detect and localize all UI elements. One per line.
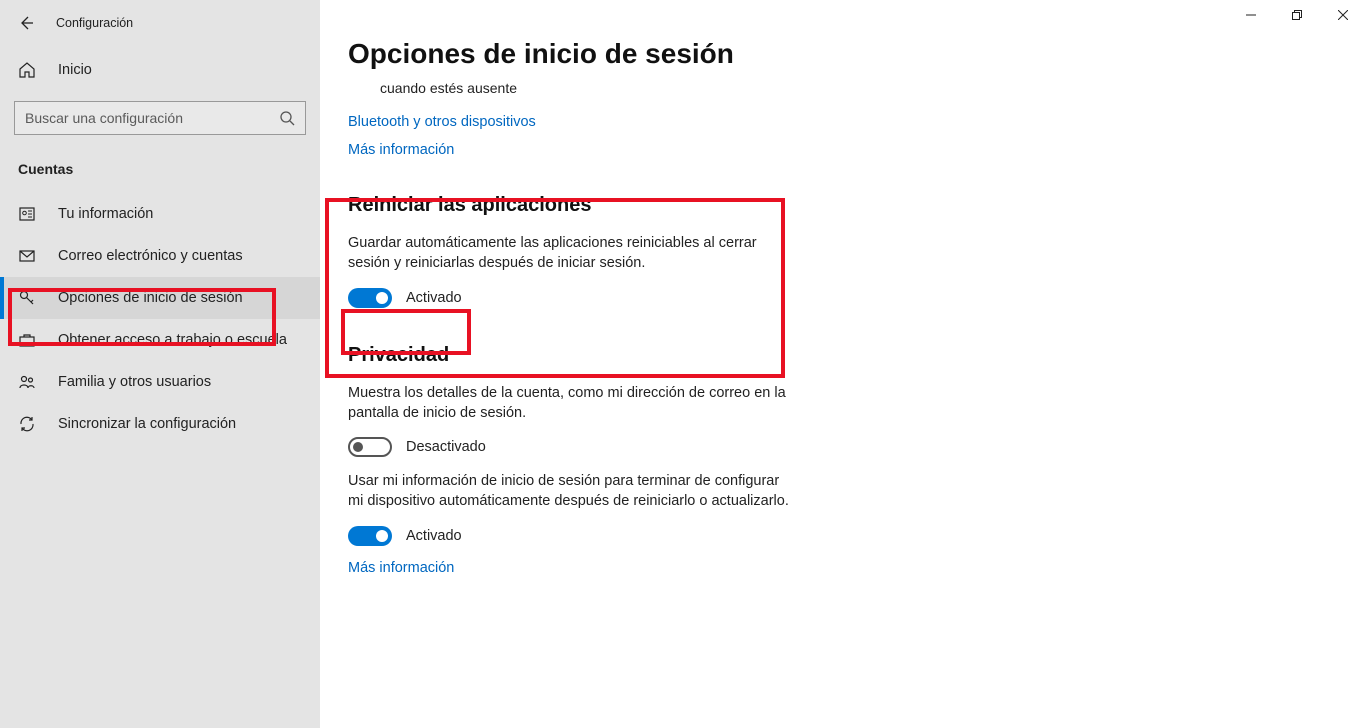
privacy-toggle-2-row: Activado xyxy=(348,526,798,546)
privacy-toggle-1-label: Desactivado xyxy=(406,439,486,455)
nav-item-your-info[interactable]: Tu información xyxy=(0,193,320,235)
privacy-desc-2: Usar mi información de inicio de sesión … xyxy=(348,471,798,512)
search-icon xyxy=(279,110,295,126)
search-box[interactable] xyxy=(14,101,306,135)
section-label: Cuentas xyxy=(0,145,320,193)
mail-icon xyxy=(18,247,36,265)
privacy-desc-1: Muestra los detalles de la cuenta, como … xyxy=(348,383,798,424)
privacy-toggle-2[interactable] xyxy=(348,526,392,546)
nav-item-work-school[interactable]: Obtener acceso a trabajo o escuela xyxy=(0,319,320,361)
page-title: Opciones de inicio de sesión xyxy=(348,38,1326,70)
group-privacy: Privacidad Muestra los detalles de la cu… xyxy=(348,344,798,576)
privacy-toggle-1-row: Desactivado xyxy=(348,437,798,457)
nav-label: Opciones de inicio de sesión xyxy=(58,290,243,306)
partial-text: cuando estés ausente xyxy=(348,80,1326,96)
window-controls xyxy=(1228,0,1366,30)
home-label: Inicio xyxy=(58,62,92,78)
search-input[interactable] xyxy=(25,110,279,126)
nav-item-email[interactable]: Correo electrónico y cuentas xyxy=(0,235,320,277)
restart-apps-toggle-label: Activado xyxy=(406,290,462,306)
minimize-button[interactable] xyxy=(1228,0,1274,30)
key-icon xyxy=(18,289,36,307)
link-bluetooth[interactable]: Bluetooth y otros dispositivos xyxy=(348,114,1326,130)
person-icon xyxy=(18,205,36,223)
nav-label: Correo electrónico y cuentas xyxy=(58,248,243,264)
nav-item-signin-options[interactable]: Opciones de inicio de sesión xyxy=(0,277,320,319)
back-icon[interactable] xyxy=(18,15,34,31)
nav-label: Obtener acceso a trabajo o escuela xyxy=(58,332,287,348)
people-icon xyxy=(18,373,36,391)
privacy-toggle-2-label: Activado xyxy=(406,528,462,544)
sync-icon xyxy=(18,415,36,433)
restart-apps-toggle-row: Activado xyxy=(348,288,798,308)
restart-apps-desc: Guardar automáticamente las aplicaciones… xyxy=(348,233,798,274)
restart-apps-toggle[interactable] xyxy=(348,288,392,308)
window-title: Configuración xyxy=(56,16,133,30)
nav-label: Sincronizar la configuración xyxy=(58,416,236,432)
home-nav[interactable]: Inicio xyxy=(0,49,320,91)
nav-label: Tu información xyxy=(58,206,153,222)
link-privacy-more-info[interactable]: Más información xyxy=(348,560,798,576)
home-icon xyxy=(18,61,36,79)
close-button[interactable] xyxy=(1320,0,1366,30)
titlebar: Configuración xyxy=(0,10,320,49)
maximize-button[interactable] xyxy=(1274,0,1320,30)
privacy-toggle-1[interactable] xyxy=(348,437,392,457)
nav-item-family[interactable]: Familia y otros usuarios xyxy=(0,361,320,403)
privacy-heading: Privacidad xyxy=(348,344,798,367)
restart-apps-heading: Reiniciar las aplicaciones xyxy=(348,194,798,217)
group-restart-apps: Reiniciar las aplicaciones Guardar autom… xyxy=(348,194,798,308)
sidebar: Configuración Inicio Cuentas Tu informac… xyxy=(0,0,320,728)
content-area: Opciones de inicio de sesión cuando esté… xyxy=(320,0,1366,728)
nav-item-sync[interactable]: Sincronizar la configuración xyxy=(0,403,320,445)
link-more-info[interactable]: Más información xyxy=(348,142,1326,158)
nav-label: Familia y otros usuarios xyxy=(58,374,211,390)
briefcase-icon xyxy=(18,331,36,349)
